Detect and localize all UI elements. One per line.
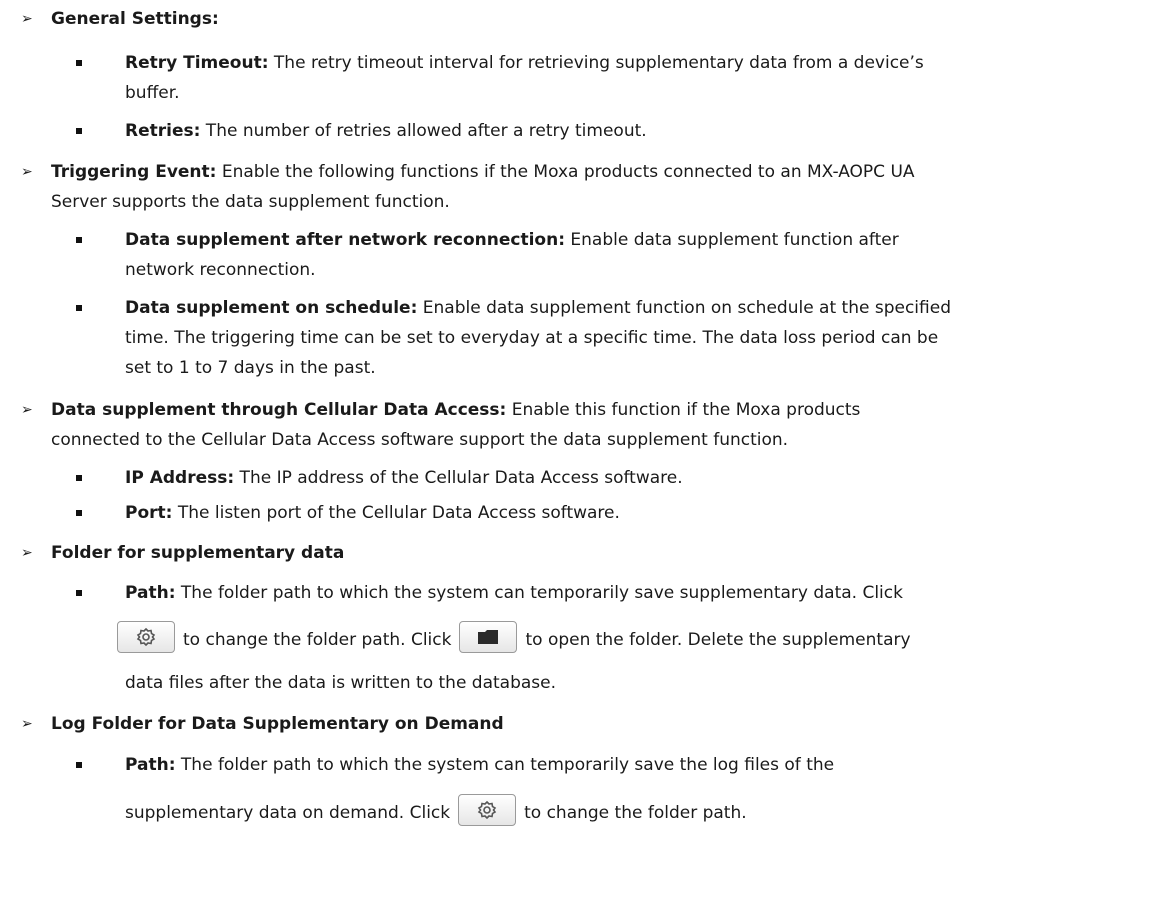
term-reconnection: Data supplement after network reconnecti… (125, 230, 565, 250)
desc-log-path: The folder path to which the system can … (175, 755, 835, 775)
log-settings-button[interactable] (458, 794, 517, 826)
bullet-square-icon (76, 762, 82, 768)
log-change-folder-text: to change the folder path. (524, 803, 747, 823)
desc-retries: The number of retries allowed after a re… (200, 121, 647, 141)
term-triggering-event: Triggering Event: (51, 162, 217, 182)
log-button-line: supplementary data on demand. Click to ch… (125, 794, 747, 830)
desc-ip-address: The IP address of the Cellular Data Acce… (234, 468, 683, 488)
desc-cellular-cont: connected to the Cellular Data Access so… (51, 430, 789, 450)
gear-icon (477, 800, 497, 820)
bullet-arrow-icon: ➢ (21, 11, 33, 27)
bullet-square-icon (76, 237, 82, 243)
bullet-square-icon (76, 475, 82, 481)
bullet-square-icon (76, 128, 82, 134)
term-log-path: Path: (125, 755, 176, 775)
term-cellular: Data supplement through Cellular Data Ac… (51, 400, 507, 420)
desc-reconnection: Enable data supplement function after (565, 230, 899, 250)
desc-schedule-cont-1: time. The triggering time can be set to … (125, 328, 939, 348)
section-heading-log-folder: Log Folder for Data Supplementary on Dem… (51, 714, 504, 734)
item-port: Port: The listen port of the Cellular Da… (125, 501, 620, 525)
term-retries: Retries: (125, 121, 201, 141)
item-triggering-event: Triggering Event: Enable the following f… (51, 160, 915, 184)
folder-icon (478, 630, 499, 644)
item-retries: Retries: The number of retries allowed a… (125, 119, 647, 143)
desc-folder-path: The folder path to which the system can … (175, 583, 903, 603)
bullet-square-icon (76, 305, 82, 311)
desc-triggering-event-cont: Server supports the data supplement func… (51, 192, 450, 212)
item-log-path: Path: The folder path to which the syste… (125, 753, 834, 777)
change-folder-text: to change the folder path. Click (183, 630, 452, 650)
settings-button[interactable] (117, 621, 175, 653)
item-schedule: Data supplement on schedule: Enable data… (125, 296, 951, 320)
bullet-arrow-icon: ➢ (21, 716, 33, 732)
item-retry-timeout: Retry Timeout: The retry timeout interva… (125, 51, 924, 75)
term-retry-timeout: Retry Timeout: (125, 53, 269, 73)
desc-reconnection-cont: network reconnection. (125, 260, 316, 280)
term-ip-address: IP Address: (125, 468, 235, 488)
section-heading-general: General Settings: (51, 9, 219, 29)
bullet-square-icon (76, 590, 82, 596)
bullet-arrow-icon: ➢ (21, 545, 33, 561)
desc-schedule: Enable data supplement function on sched… (417, 298, 951, 318)
desc-log-path-cont: supplementary data on demand. Click (125, 803, 451, 823)
desc-port: The listen port of the Cellular Data Acc… (172, 503, 620, 523)
bullet-arrow-icon: ➢ (21, 402, 33, 418)
section-heading-folder: Folder for supplementary data (51, 543, 345, 563)
item-ip-address: IP Address: The IP address of the Cellul… (125, 466, 683, 490)
desc-folder-path-cont: data files after the data is written to … (125, 673, 557, 693)
desc-triggering-event: Enable the following functions if the Mo… (216, 162, 915, 182)
item-cellular: Data supplement through Cellular Data Ac… (51, 398, 860, 422)
desc-retry-timeout-cont: buffer. (125, 83, 180, 103)
open-folder-button[interactable] (459, 621, 518, 653)
term-port: Port: (125, 503, 173, 523)
open-folder-text: to open the folder. Delete the supplemen… (525, 630, 911, 650)
term-folder-path: Path: (125, 583, 176, 603)
folder-buttons-line: to change the folder path. Click to open … (117, 621, 911, 657)
item-reconnection: Data supplement after network reconnecti… (125, 228, 899, 252)
term-schedule: Data supplement on schedule: (125, 298, 418, 318)
bullet-square-icon (76, 60, 82, 66)
gear-icon (136, 627, 156, 647)
bullet-arrow-icon: ➢ (21, 164, 33, 180)
desc-cellular: Enable this function if the Moxa product… (506, 400, 861, 420)
desc-schedule-cont-2: set to 1 to 7 days in the past. (125, 358, 376, 378)
bullet-square-icon (76, 510, 82, 516)
desc-retry-timeout: The retry timeout interval for retrievin… (268, 53, 924, 73)
item-folder-path: Path: The folder path to which the syste… (125, 581, 903, 605)
